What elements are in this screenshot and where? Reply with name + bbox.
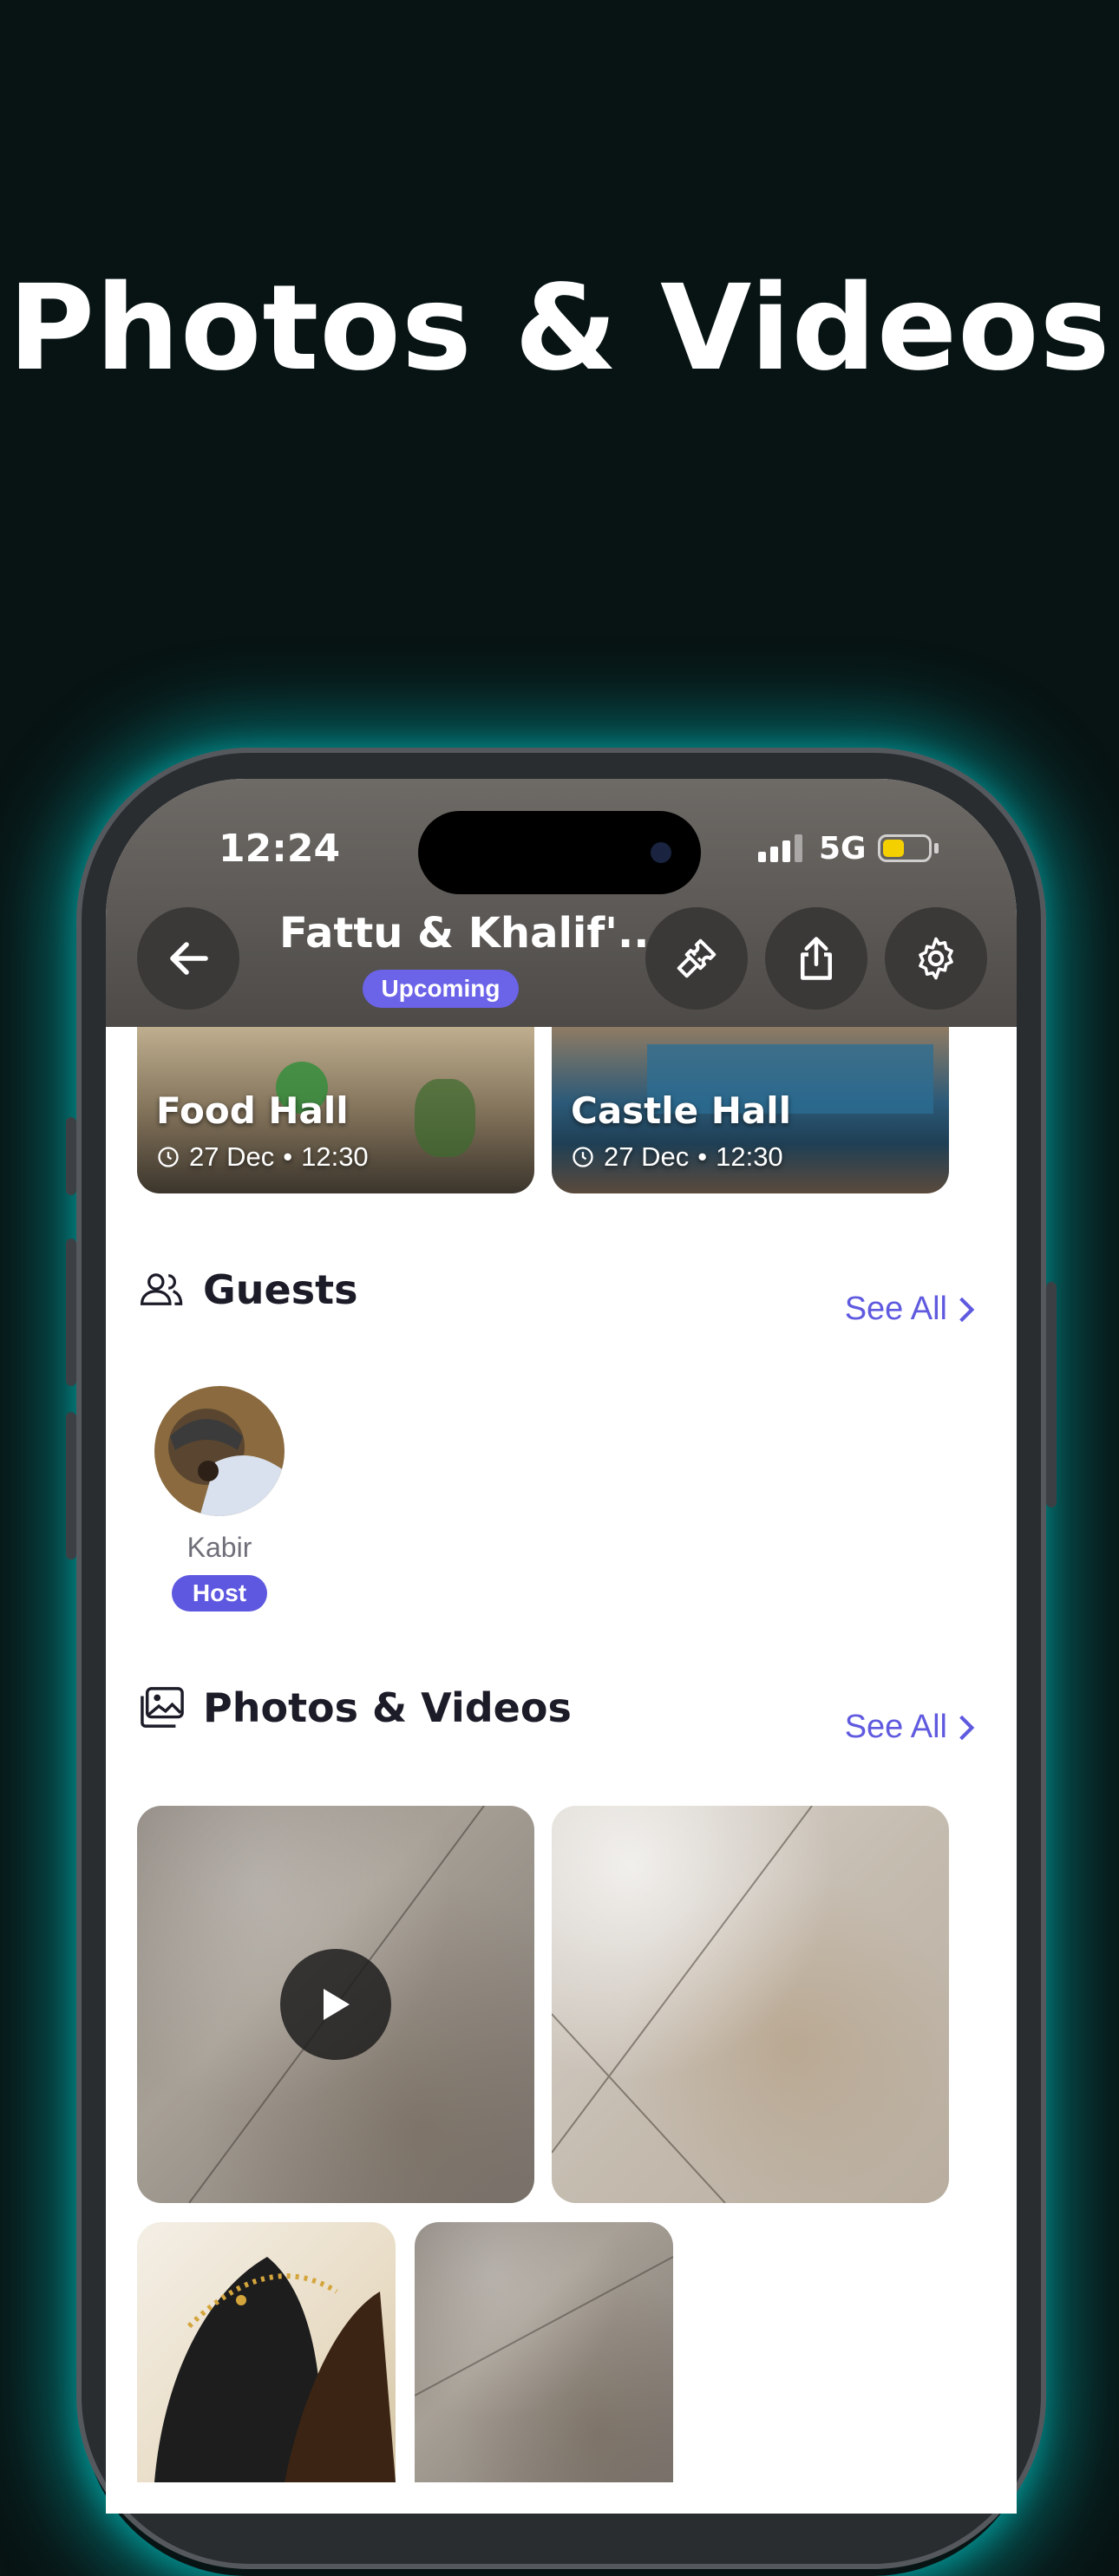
status-time: 12:24 xyxy=(219,827,341,871)
back-arrow-icon xyxy=(170,942,208,975)
event-title: Fattu & Khalif'... xyxy=(279,909,665,958)
venue-time: 12:30 xyxy=(301,1141,369,1172)
network-label: 5G xyxy=(819,831,867,866)
venue-card[interactable]: Food Hall 27 Dec • 12:30 xyxy=(137,1027,534,1193)
dynamic-island xyxy=(418,811,701,894)
camera-icon xyxy=(651,842,671,863)
guests-see-all-link[interactable]: See All xyxy=(845,1291,975,1328)
battery-icon xyxy=(878,834,932,862)
volume-up-button xyxy=(66,1239,76,1386)
play-button[interactable] xyxy=(280,1949,391,2060)
media-header: Photos & Videos xyxy=(139,1684,572,1731)
photo-thumbnail[interactable] xyxy=(415,2222,673,2482)
phone-screen: Food Hall 27 Dec • 12:30 Castle Hall 27 … xyxy=(106,779,1017,2514)
avatar-photo xyxy=(154,1386,285,1516)
power-button xyxy=(1046,1282,1057,1507)
chevron-right-icon xyxy=(959,1715,975,1740)
venue-date: 27 Dec xyxy=(189,1141,275,1172)
ticket-icon xyxy=(677,938,717,978)
guest-name: Kabir xyxy=(186,1532,252,1563)
marble-texture xyxy=(552,1806,813,2203)
venue-time: 12:30 xyxy=(716,1141,783,1172)
users-icon xyxy=(140,1273,183,1305)
marble-texture xyxy=(415,2256,673,2396)
back-button[interactable] xyxy=(137,907,239,1010)
chevron-right-icon xyxy=(959,1297,975,1322)
video-thumbnail[interactable] xyxy=(137,1806,534,2203)
separator-dot: • xyxy=(283,1141,293,1172)
media-see-all-link[interactable]: See All xyxy=(845,1709,975,1746)
share-button[interactable] xyxy=(765,907,867,1010)
illustration xyxy=(154,2257,396,2482)
battery-tip xyxy=(934,843,939,853)
host-badge: Host xyxy=(172,1575,267,1612)
status-badge: Upcoming xyxy=(363,970,519,1008)
image-icon xyxy=(141,1687,184,1728)
guests-header: Guests xyxy=(139,1266,357,1313)
clock-icon xyxy=(573,1147,593,1167)
action-button xyxy=(66,1117,76,1195)
venue-name: Food Hall xyxy=(156,1089,349,1132)
venue-name: Castle Hall xyxy=(571,1089,792,1132)
signal-icon xyxy=(758,833,802,862)
play-icon xyxy=(324,1989,350,2020)
see-all-label: See All xyxy=(844,1709,947,1745)
venue-card[interactable]: Castle Hall 27 Dec • 12:30 xyxy=(552,1027,949,1193)
venue-date: 27 Dec xyxy=(604,1141,690,1172)
venue-datetime: 27 Dec • 12:30 xyxy=(571,1141,783,1173)
volume-down-button xyxy=(66,1412,76,1559)
share-icon xyxy=(801,937,832,980)
clock-icon xyxy=(158,1147,179,1167)
see-all-label: See All xyxy=(844,1291,947,1327)
separator-dot: • xyxy=(697,1141,708,1172)
top-bar: 12:24 5G Fattu & Khalif'... Upcoming xyxy=(106,779,1017,1027)
ticket-button[interactable] xyxy=(645,907,748,1010)
plant-decor xyxy=(415,1079,475,1157)
gear-icon xyxy=(919,937,953,980)
photo-thumbnail[interactable] xyxy=(552,1806,949,2203)
page-headline: Photos & Videos xyxy=(8,260,1111,397)
guests-title: Guests xyxy=(203,1266,358,1313)
photo-thumbnail[interactable] xyxy=(137,2222,396,2482)
settings-button[interactable] xyxy=(885,907,987,1010)
avatar[interactable] xyxy=(154,1386,285,1516)
media-title: Photos & Videos xyxy=(203,1684,572,1731)
venue-datetime: 27 Dec • 12:30 xyxy=(156,1141,369,1173)
